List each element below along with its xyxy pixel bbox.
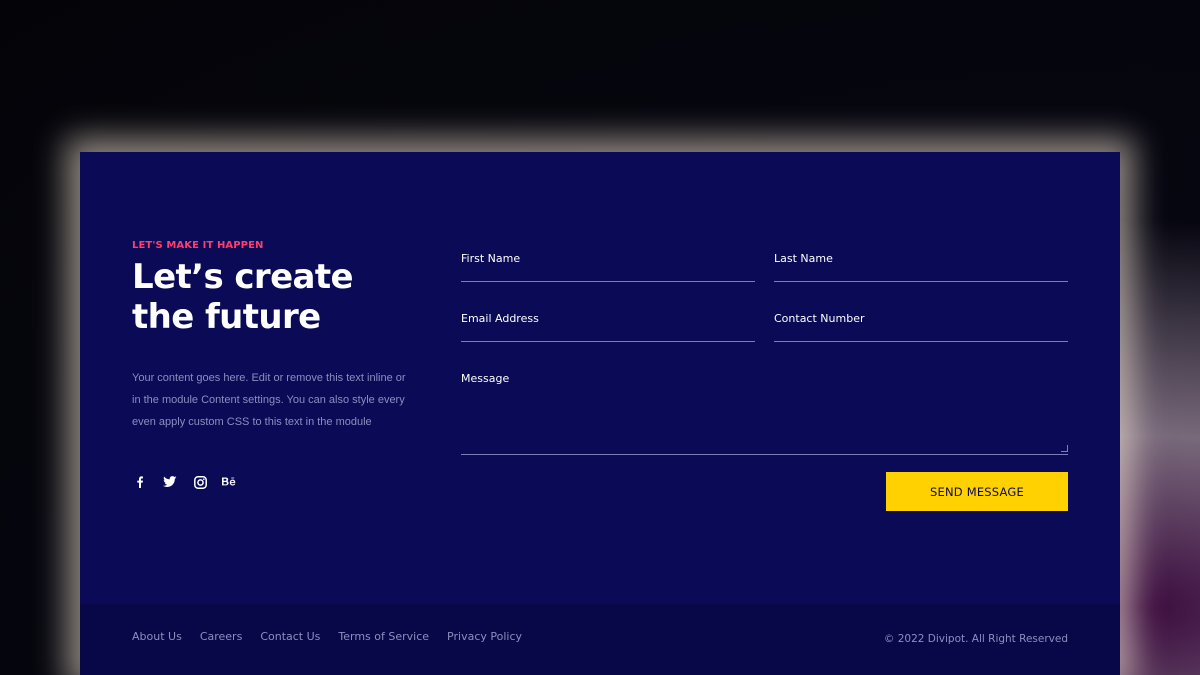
first-name-label: First Name bbox=[461, 252, 521, 265]
contact-section: LET'S MAKE IT HAPPEN Let’s create the fu… bbox=[80, 152, 1120, 675]
copyright-text: © 2022 Divipot. All Right Reserved bbox=[883, 633, 1068, 645]
page-title-line-1: Let’s create bbox=[132, 257, 354, 297]
last-name-input[interactable] bbox=[774, 266, 1068, 281]
description-line-2: in the module Content settings. You can … bbox=[132, 394, 405, 406]
footer: About Us Careers Contact Us Terms of Ser… bbox=[80, 604, 1120, 675]
social-links bbox=[132, 474, 238, 490]
message-label: Message bbox=[461, 372, 510, 385]
contact-number-field[interactable]: Contact Number bbox=[774, 312, 1068, 342]
hero-block: LET'S MAKE IT HAPPEN Let’s create the fu… bbox=[132, 240, 412, 433]
resize-handle[interactable] bbox=[1061, 445, 1068, 452]
last-name-field[interactable]: Last Name bbox=[774, 252, 1068, 282]
page-title: Let’s create the future bbox=[132, 257, 412, 337]
footer-link-about[interactable]: About Us bbox=[132, 630, 182, 643]
description-line-1: Your content goes here. Edit or remove t… bbox=[132, 372, 406, 384]
email-input[interactable] bbox=[461, 326, 755, 341]
first-name-input[interactable] bbox=[461, 266, 755, 281]
email-field[interactable]: Email Address bbox=[461, 312, 755, 342]
footer-link-contact[interactable]: Contact Us bbox=[260, 630, 320, 643]
contact-number-label: Contact Number bbox=[774, 312, 865, 325]
send-message-button[interactable]: SEND MESSAGE bbox=[886, 472, 1068, 511]
footer-links: About Us Careers Contact Us Terms of Ser… bbox=[132, 630, 522, 643]
footer-link-privacy[interactable]: Privacy Policy bbox=[447, 630, 522, 643]
last-name-label: Last Name bbox=[774, 252, 833, 265]
footer-link-careers[interactable]: Careers bbox=[200, 630, 243, 643]
twitter-icon[interactable] bbox=[162, 474, 178, 490]
description-line-3: even apply custom CSS to this text in th… bbox=[132, 416, 372, 428]
facebook-icon[interactable] bbox=[132, 474, 148, 490]
description: Your content goes here. Edit or remove t… bbox=[132, 367, 412, 433]
message-input[interactable] bbox=[461, 385, 1068, 443]
instagram-icon[interactable] bbox=[192, 474, 208, 490]
page-title-line-2: the future bbox=[132, 297, 321, 337]
message-field[interactable]: Message bbox=[461, 372, 1068, 455]
footer-link-terms[interactable]: Terms of Service bbox=[338, 630, 429, 643]
contact-number-input[interactable] bbox=[774, 326, 1068, 341]
behance-icon[interactable] bbox=[222, 474, 238, 490]
first-name-field[interactable]: First Name bbox=[461, 252, 755, 282]
email-label: Email Address bbox=[461, 312, 539, 325]
eyebrow-text: LET'S MAKE IT HAPPEN bbox=[132, 240, 264, 251]
